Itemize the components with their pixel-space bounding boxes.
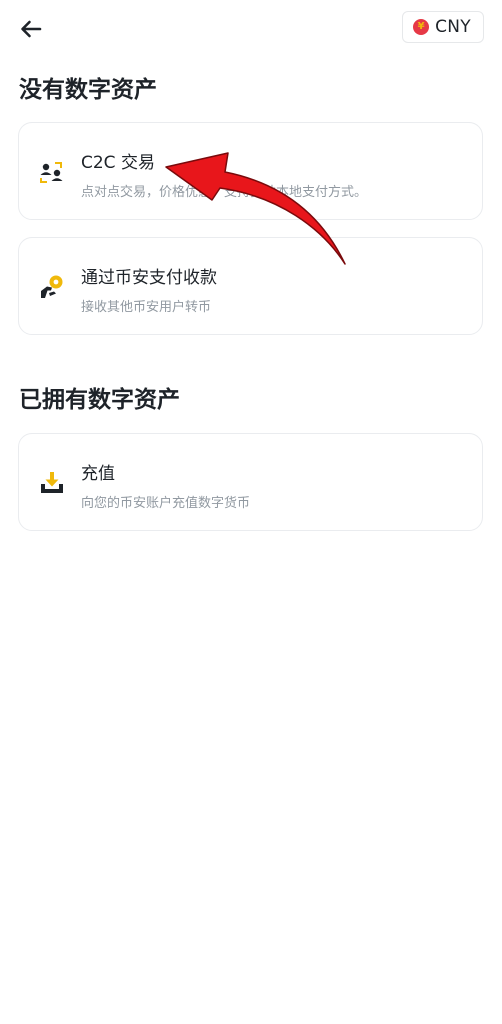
back-button[interactable] <box>16 14 46 44</box>
card-title: 通过币安支付收款 <box>81 268 217 288</box>
card-subtitle: 点对点交易，价格优惠，支持多种本地支付方式。 <box>81 185 368 200</box>
back-arrow-icon <box>21 20 42 38</box>
hand-coin-icon <box>41 275 63 298</box>
currency-label: CNY <box>435 17 471 37</box>
currency-selector[interactable]: ¥ CNY <box>402 11 484 43</box>
card-title: 充值 <box>81 464 115 484</box>
card-subtitle: 向您的币安账户充值数字货币 <box>81 496 251 511</box>
currency-flag-icon: ¥ <box>413 19 430 35</box>
card-deposit[interactable]: 充值 向您的币安账户充值数字货币 <box>18 433 483 531</box>
card-c2c-trade[interactable]: C2C 交易 点对点交易，价格优惠，支持多种本地支付方式。 <box>18 122 483 220</box>
top-bar: ¥ CNY <box>0 0 502 58</box>
card-subtitle: 接收其他币安用户转币 <box>81 300 212 315</box>
people-exchange-icon <box>40 162 63 183</box>
section-title-has-assets: 已拥有数字资产 <box>19 387 180 413</box>
card-title: C2C 交易 <box>81 153 155 173</box>
deposit-tray-icon <box>41 472 63 493</box>
card-binance-pay-receive[interactable]: 通过币安支付收款 接收其他币安用户转币 <box>18 237 483 335</box>
section-title-no-assets: 没有数字资产 <box>19 77 157 103</box>
